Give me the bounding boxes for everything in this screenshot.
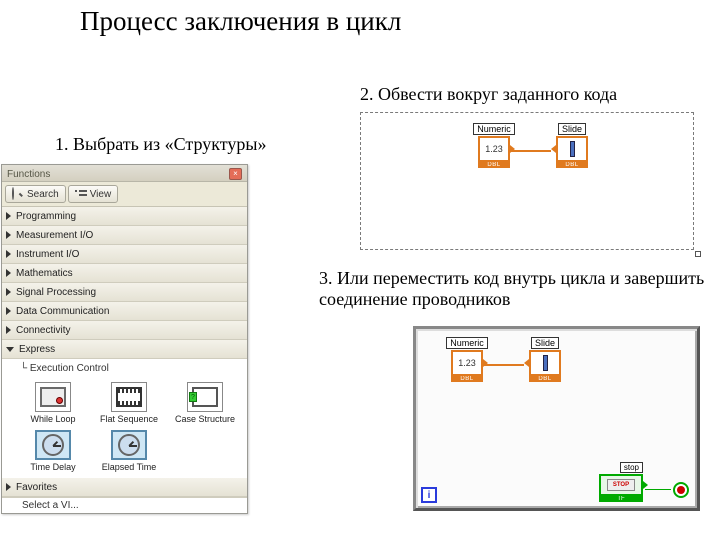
item-label: Flat Sequence bbox=[100, 414, 158, 424]
category-programming[interactable]: Programming bbox=[2, 207, 247, 226]
node-datatype: DBL bbox=[478, 162, 510, 168]
chevron-right-icon bbox=[6, 483, 11, 491]
while-loop-structure[interactable]: Numeric 1.23 DBL Slide DBL i stop STOP T… bbox=[413, 326, 700, 511]
view-button[interactable]: View bbox=[68, 185, 119, 203]
input-terminal-icon bbox=[524, 359, 529, 367]
chevron-right-icon bbox=[6, 231, 11, 239]
numeric-value: 1.23 bbox=[485, 144, 503, 154]
slide-indicator-node[interactable]: Slide DBL bbox=[522, 337, 568, 382]
chevron-right-icon bbox=[6, 250, 11, 258]
selection-rubberband[interactable]: Numeric 1.23 DBL Slide DBL bbox=[360, 112, 694, 250]
category-data-communication[interactable]: Data Communication bbox=[2, 302, 247, 321]
elapsed-time-icon bbox=[111, 430, 147, 460]
numeric-value: 1.23 bbox=[458, 358, 476, 368]
chevron-right-icon bbox=[6, 212, 11, 220]
page-title: Процесс заключения в цикл bbox=[80, 6, 401, 37]
chevron-right-icon bbox=[6, 288, 11, 296]
select-vi-row[interactable]: Select a VI... bbox=[2, 497, 247, 513]
slide-icon bbox=[529, 350, 561, 376]
time-delay-item[interactable]: Time Delay bbox=[22, 430, 84, 472]
boolean-wire[interactable] bbox=[645, 489, 671, 491]
palette-title: Functions bbox=[7, 169, 50, 180]
node-datatype: DBL bbox=[451, 376, 483, 382]
stop-icon: STOP bbox=[599, 474, 643, 496]
loop-condition-terminal[interactable] bbox=[673, 482, 689, 498]
chevron-right-icon bbox=[6, 326, 11, 334]
case-structure-item[interactable]: ? Case Structure bbox=[174, 382, 236, 424]
category-label: Mathematics bbox=[16, 268, 73, 279]
category-label: Instrument I/O bbox=[16, 249, 79, 260]
numeric-icon: 1.23 bbox=[478, 136, 510, 162]
item-label: Time Delay bbox=[30, 462, 75, 472]
close-icon[interactable]: × bbox=[229, 168, 242, 180]
output-terminal-icon bbox=[510, 145, 515, 153]
category-label: Programming bbox=[16, 211, 76, 222]
search-button[interactable]: Search bbox=[5, 185, 66, 203]
category-connectivity[interactable]: Connectivity bbox=[2, 321, 247, 340]
numeric-control-node[interactable]: Numeric 1.23 DBL bbox=[444, 337, 490, 382]
chevron-right-icon bbox=[6, 307, 11, 315]
search-icon bbox=[12, 188, 24, 200]
category-signal-processing[interactable]: Signal Processing bbox=[2, 283, 247, 302]
stop-button-face: STOP bbox=[607, 479, 635, 491]
node-label: Slide bbox=[531, 337, 559, 349]
functions-palette: Functions × Search View Programming Meas… bbox=[1, 164, 248, 514]
search-label: Search bbox=[27, 189, 59, 200]
output-terminal-icon bbox=[483, 359, 488, 367]
category-favorites[interactable]: Favorites bbox=[2, 478, 247, 497]
stop-button-node[interactable]: stop STOP TF bbox=[599, 462, 643, 502]
item-label: While Loop bbox=[30, 414, 75, 424]
category-instrument-io[interactable]: Instrument I/O bbox=[2, 245, 247, 264]
category-measurement-io[interactable]: Measurement I/O bbox=[2, 226, 247, 245]
node-label: Slide bbox=[558, 123, 586, 135]
chevron-down-icon bbox=[6, 347, 14, 352]
node-datatype: TF bbox=[599, 496, 643, 502]
category-label: Data Communication bbox=[16, 306, 109, 317]
slide-indicator-node[interactable]: Slide DBL bbox=[549, 123, 595, 168]
category-label: Signal Processing bbox=[16, 287, 96, 298]
view-label: View bbox=[90, 189, 112, 200]
while-loop-icon bbox=[35, 382, 71, 412]
wire[interactable] bbox=[511, 150, 551, 152]
category-label: Favorites bbox=[16, 482, 57, 493]
stop-if-true-icon bbox=[677, 486, 685, 494]
category-express[interactable]: Express bbox=[2, 340, 247, 359]
palette-titlebar[interactable]: Functions × bbox=[2, 165, 247, 182]
subcategory-execution-control[interactable]: └ Execution Control bbox=[20, 363, 243, 374]
slide-icon bbox=[556, 136, 588, 162]
node-label: Numeric bbox=[446, 337, 488, 349]
case-structure-icon: ? bbox=[187, 382, 223, 412]
iteration-terminal[interactable]: i bbox=[421, 487, 437, 503]
category-label: Connectivity bbox=[16, 325, 70, 336]
node-datatype: DBL bbox=[556, 162, 588, 168]
numeric-control-node[interactable]: Numeric 1.23 DBL bbox=[471, 123, 517, 168]
wire[interactable] bbox=[484, 364, 524, 366]
step-3-caption: 3. Или переместить код внутрь цикла и за… bbox=[319, 268, 719, 309]
node-datatype: DBL bbox=[529, 376, 561, 382]
chevron-right-icon bbox=[6, 269, 11, 277]
item-label: Elapsed Time bbox=[102, 462, 157, 472]
palette-toolbar: Search View bbox=[2, 182, 247, 207]
resize-handle-icon[interactable] bbox=[695, 251, 701, 257]
category-mathematics[interactable]: Mathematics bbox=[2, 264, 247, 283]
flat-sequence-item[interactable]: Flat Sequence bbox=[98, 382, 160, 424]
input-terminal-icon bbox=[551, 145, 556, 153]
subcategory-label: Execution Control bbox=[30, 363, 109, 374]
category-label: Express bbox=[19, 344, 55, 355]
node-label: Numeric bbox=[473, 123, 515, 135]
view-icon bbox=[75, 189, 87, 199]
step-2-caption: 2. Обвести вокруг заданного кода bbox=[360, 84, 617, 105]
elapsed-time-item[interactable]: Elapsed Time bbox=[98, 430, 160, 472]
numeric-icon: 1.23 bbox=[451, 350, 483, 376]
express-expanded: └ Execution Control While Loop Flat Sequ… bbox=[2, 359, 247, 478]
node-label: stop bbox=[620, 462, 643, 473]
while-loop-item[interactable]: While Loop bbox=[22, 382, 84, 424]
flat-sequence-icon bbox=[111, 382, 147, 412]
step-1-caption: 1. Выбрать из «Структуры» bbox=[55, 134, 266, 155]
time-delay-icon bbox=[35, 430, 71, 460]
function-grid: While Loop Flat Sequence ? Case Structur… bbox=[20, 378, 243, 472]
item-label: Case Structure bbox=[175, 414, 235, 424]
category-label: Measurement I/O bbox=[16, 230, 93, 241]
